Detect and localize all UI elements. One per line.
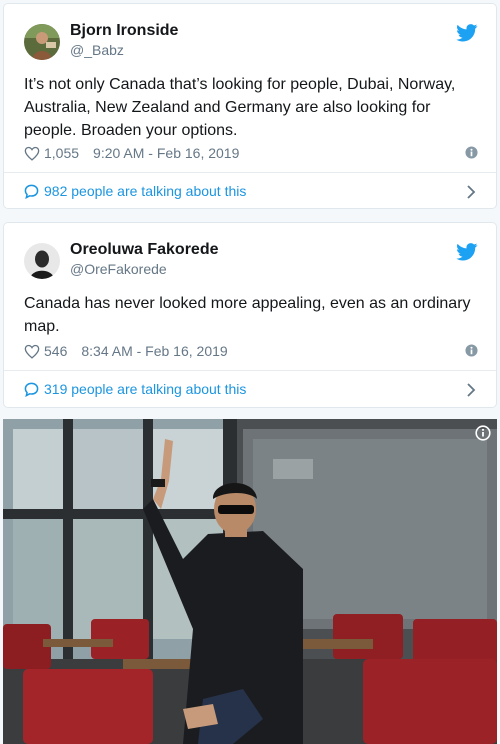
like-count[interactable]: 1,055 [44, 145, 79, 161]
timestamp[interactable]: 9:20 AM - Feb 16, 2019 [93, 145, 239, 161]
avatar[interactable] [24, 243, 60, 279]
conversation-link[interactable]: 319 people are talking about this [24, 381, 246, 397]
conversation-text[interactable]: 319 people are talking about this [44, 381, 246, 397]
speech-bubble-icon [24, 184, 39, 199]
author-handle[interactable]: @OreFakorede [70, 261, 167, 277]
tweet-text: It’s not only Canada that’s looking for … [24, 76, 456, 139]
conversation-link[interactable]: 982 people are talking about this [24, 183, 246, 199]
chevron-right-icon[interactable] [466, 383, 476, 397]
author-name[interactable]: Oreoluwa Fakorede [70, 241, 219, 259]
heart-icon[interactable] [24, 146, 40, 161]
heart-icon[interactable] [24, 344, 40, 359]
divider [4, 370, 496, 371]
twitter-bird-icon[interactable] [456, 24, 478, 42]
tweet-meta: 546 8:34 AM - Feb 16, 2019 [24, 343, 228, 359]
author-handle[interactable]: @_Babz [70, 42, 124, 58]
info-icon[interactable] [465, 344, 478, 357]
info-icon[interactable] [465, 146, 478, 159]
speech-bubble-icon [24, 382, 39, 397]
chevron-right-icon[interactable] [466, 185, 476, 199]
tweet-text: Canada has never looked more appealing, … [24, 295, 471, 335]
info-icon[interactable] [475, 425, 491, 441]
tweet-card[interactable]: Bjorn Ironside @_Babz It’s not only Cana… [3, 3, 497, 209]
conversation-text[interactable]: 982 people are talking about this [44, 183, 246, 199]
tweet-meta: 1,055 9:20 AM - Feb 16, 2019 [24, 145, 239, 161]
photo-embed[interactable] [3, 419, 497, 744]
twitter-bird-icon[interactable] [456, 243, 478, 261]
timestamp[interactable]: 8:34 AM - Feb 16, 2019 [81, 343, 227, 359]
avatar[interactable] [24, 24, 60, 60]
tweet-card[interactable]: Oreoluwa Fakorede @OreFakorede Canada ha… [3, 222, 497, 408]
divider [4, 172, 496, 173]
classroom-photo [3, 419, 497, 744]
author-name[interactable]: Bjorn Ironside [70, 22, 178, 40]
like-count[interactable]: 546 [44, 343, 67, 359]
